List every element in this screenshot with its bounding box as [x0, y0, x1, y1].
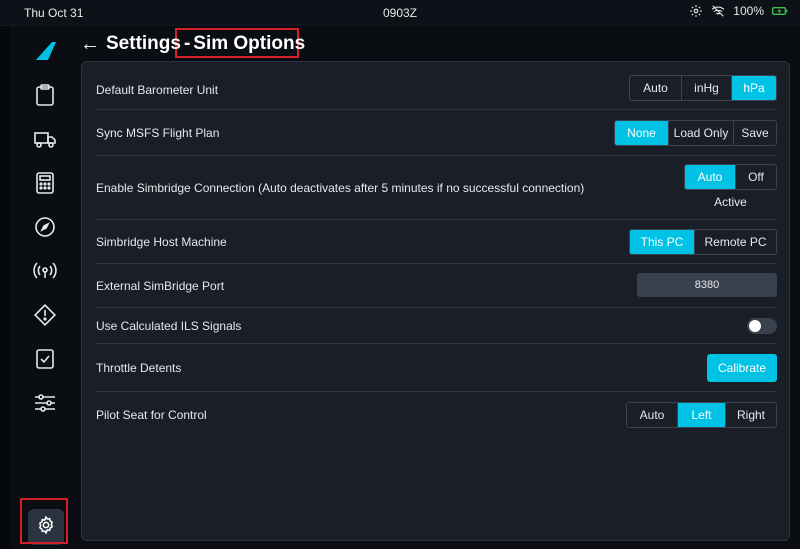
gear-icon[interactable]: [689, 4, 703, 18]
page-title: Settings: [106, 33, 181, 54]
setting-label: External SimBridge Port: [96, 279, 225, 293]
seat-option-left[interactable]: Left: [677, 403, 725, 427]
setting-row-ils: Use Calculated ILS Signals: [96, 308, 777, 344]
status-right: 100%: [689, 4, 788, 18]
sync-option-none[interactable]: None: [615, 121, 668, 145]
setting-label: Sync MSFS Flight Plan: [96, 126, 220, 140]
status-bar: Thu Oct 31 0903Z 100%: [0, 0, 800, 26]
battery-charging-icon: [772, 5, 788, 17]
warning-icon[interactable]: [30, 300, 60, 330]
simbridge-option-off[interactable]: Off: [735, 165, 776, 189]
battery-percent: 100%: [733, 4, 764, 18]
settings-nav-button[interactable]: [28, 509, 64, 545]
sidebar: [0, 26, 80, 549]
status-time: 0903Z: [382, 6, 418, 20]
setting-row-port: External SimBridge Port 8380: [96, 264, 777, 308]
setting-row-host-machine: Simbridge Host Machine This PC Remote PC: [96, 220, 777, 264]
port-input[interactable]: 8380: [637, 273, 777, 297]
sync-segmented-control: None Load Only Save: [614, 120, 777, 146]
page-header: ← Settings - Sim Options: [80, 30, 305, 58]
setting-label: Enable Simbridge Connection (Auto deacti…: [96, 181, 585, 195]
setting-label: Simbridge Host Machine: [96, 235, 227, 249]
setting-label: Use Calculated ILS Signals: [96, 319, 242, 333]
host-option-this-pc[interactable]: This PC: [630, 230, 694, 254]
setting-row-pilot-seat: Pilot Seat for Control Auto Left Right: [96, 392, 777, 436]
back-arrow-icon[interactable]: ←: [80, 33, 100, 56]
setting-label: Default Barometer Unit: [96, 83, 219, 97]
baro-option-inhg[interactable]: inHg: [681, 76, 731, 100]
wifi-off-icon: [711, 4, 725, 18]
clipboard-icon[interactable]: [30, 80, 60, 110]
sync-option-load-only[interactable]: Load Only: [668, 121, 733, 145]
setting-row-sync-flight-plan: Sync MSFS Flight Plan None Load Only Sav…: [96, 110, 777, 156]
sliders-icon[interactable]: [30, 388, 60, 418]
settings-panel: Default Barometer Unit Auto inHg hPa Syn…: [81, 61, 790, 541]
title-separator: -: [183, 33, 191, 54]
checklist-icon[interactable]: [30, 344, 60, 374]
simbridge-segmented-control: Auto Off: [684, 164, 777, 190]
simbridge-option-auto[interactable]: Auto: [685, 165, 735, 189]
host-segmented-control: This PC Remote PC: [629, 229, 777, 255]
baro-option-auto[interactable]: Auto: [630, 76, 681, 100]
setting-label: Throttle Detents: [96, 361, 182, 375]
seat-option-auto[interactable]: Auto: [627, 403, 677, 427]
truck-icon[interactable]: [30, 124, 60, 154]
flybywire-logo-icon: [36, 42, 56, 65]
seat-option-right[interactable]: Right: [725, 403, 776, 427]
calculator-icon[interactable]: [30, 168, 60, 198]
page-subtitle: Sim Options: [193, 33, 306, 54]
settings-icon: [36, 515, 56, 540]
setting-label: Pilot Seat for Control: [96, 408, 207, 422]
baro-option-hpa[interactable]: hPa: [731, 76, 776, 100]
barometer-segmented-control: Auto inHg hPa: [629, 75, 777, 101]
toggle-knob: [749, 320, 761, 332]
setting-row-barometer: Default Barometer Unit Auto inHg hPa: [96, 72, 777, 110]
seat-segmented-control: Auto Left Right: [626, 402, 777, 428]
broadcast-icon[interactable]: [30, 256, 60, 286]
sync-option-save[interactable]: Save: [733, 121, 776, 145]
sidebar-edge: [0, 26, 10, 549]
ils-toggle[interactable]: [747, 318, 777, 334]
host-option-remote-pc[interactable]: Remote PC: [694, 230, 776, 254]
simbridge-status: Active: [714, 195, 747, 209]
setting-row-throttle: Throttle Detents Calibrate: [96, 344, 777, 392]
calibrate-button[interactable]: Calibrate: [707, 354, 777, 382]
setting-row-simbridge-connection: Enable Simbridge Connection (Auto deacti…: [96, 156, 777, 220]
compass-icon[interactable]: [30, 212, 60, 242]
